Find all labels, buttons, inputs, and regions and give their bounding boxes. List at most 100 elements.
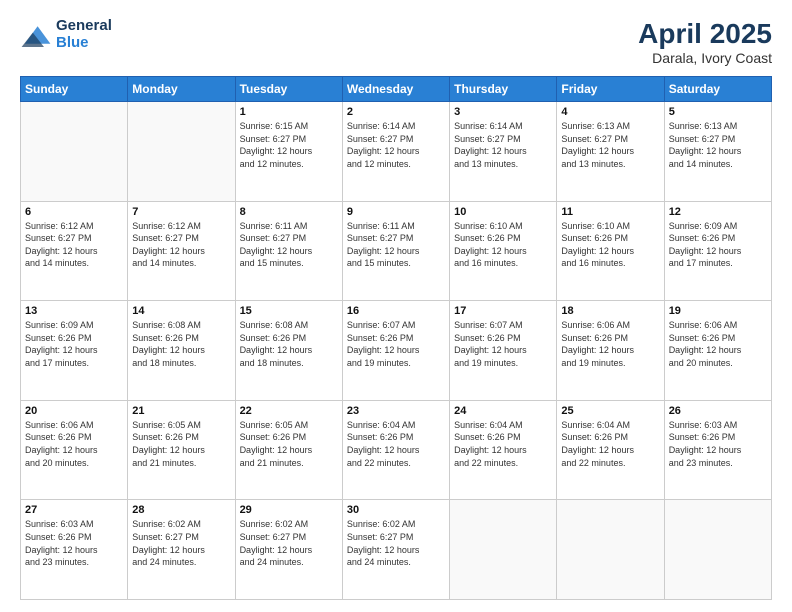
weekday-header-thursday: Thursday <box>450 77 557 102</box>
location-subtitle: Darala, Ivory Coast <box>638 50 772 66</box>
calendar-cell: 1 Sunrise: 6:15 AMSunset: 6:27 PMDaylight… <box>235 102 342 202</box>
day-number: 4 <box>561 106 659 118</box>
day-number: 12 <box>669 206 767 218</box>
calendar-cell <box>664 500 771 600</box>
day-info: Sunrise: 6:09 AMSunset: 6:26 PMDaylight:… <box>25 319 123 369</box>
logo-blue: Blue <box>56 35 112 52</box>
calendar-week-2: 6Sunrise: 6:12 AMSunset: 6:27 PMDaylight… <box>21 201 772 301</box>
day-info: Sunrise: 6:10 AMSunset: 6:26 PMDaylight:… <box>561 220 659 270</box>
weekday-header-row: SundayMondayTuesdayWednesdayThursdayFrid… <box>21 77 772 102</box>
calendar-cell: 6Sunrise: 6:12 AMSunset: 6:27 PMDaylight… <box>21 201 128 301</box>
weekday-header-sunday: Sunday <box>21 77 128 102</box>
day-info: Sunrise: 6:02 AMSunset: 6:27 PMDaylight:… <box>347 518 445 568</box>
day-info: Sunrise: 6:05 AMSunset: 6:26 PMDaylight:… <box>240 419 338 469</box>
weekday-header-wednesday: Wednesday <box>342 77 449 102</box>
calendar-cell <box>128 102 235 202</box>
day-info: Sunrise: 6:06 AMSunset: 6:26 PMDaylight:… <box>669 319 767 369</box>
calendar-cell: 13 Sunrise: 6:09 AMSunset: 6:26 PMDayligh… <box>21 301 128 401</box>
day-number: 11 <box>561 206 659 218</box>
day-number: 25 <box>561 405 659 417</box>
logo: General Blue <box>20 18 112 51</box>
calendar-week-1: 1 Sunrise: 6:15 AMSunset: 6:27 PMDaylight… <box>21 102 772 202</box>
day-info: Sunrise: 6:02 AMSunset: 6:27 PMDaylight:… <box>240 518 338 568</box>
day-info: Sunrise: 6:06 AMSunset: 6:26 PMDaylight:… <box>561 319 659 369</box>
calendar-cell: 30 Sunrise: 6:02 AMSunset: 6:27 PMDayligh… <box>342 500 449 600</box>
day-number: 24 <box>454 405 552 417</box>
calendar-cell: 11 Sunrise: 6:10 AMSunset: 6:26 PMDayligh… <box>557 201 664 301</box>
calendar-cell <box>21 102 128 202</box>
day-info: Sunrise: 6:15 AMSunset: 6:27 PMDaylight:… <box>240 120 338 170</box>
calendar-week-3: 13 Sunrise: 6:09 AMSunset: 6:26 PMDayligh… <box>21 301 772 401</box>
page: General Blue April 2025 Darala, Ivory Co… <box>0 0 792 612</box>
title-block: April 2025 Darala, Ivory Coast <box>638 18 772 66</box>
day-info: Sunrise: 6:13 AMSunset: 6:27 PMDaylight:… <box>669 120 767 170</box>
day-number: 16 <box>347 305 445 317</box>
day-info: Sunrise: 6:04 AMSunset: 6:26 PMDaylight:… <box>561 419 659 469</box>
day-info: Sunrise: 6:11 AMSunset: 6:27 PMDaylight:… <box>347 220 445 270</box>
calendar-cell: 23 Sunrise: 6:04 AMSunset: 6:26 PMDayligh… <box>342 400 449 500</box>
calendar-cell: 15 Sunrise: 6:08 AMSunset: 6:26 PMDayligh… <box>235 301 342 401</box>
day-info: Sunrise: 6:06 AMSunset: 6:26 PMDaylight:… <box>25 419 123 469</box>
calendar-cell: 29Sunrise: 6:02 AMSunset: 6:27 PMDayligh… <box>235 500 342 600</box>
calendar-cell: 17 Sunrise: 6:07 AMSunset: 6:26 PMDayligh… <box>450 301 557 401</box>
day-info: Sunrise: 6:13 AMSunset: 6:27 PMDaylight:… <box>561 120 659 170</box>
calendar-cell: 21 Sunrise: 6:05 AMSunset: 6:26 PMDayligh… <box>128 400 235 500</box>
day-info: Sunrise: 6:03 AMSunset: 6:26 PMDaylight:… <box>669 419 767 469</box>
calendar-cell: 22 Sunrise: 6:05 AMSunset: 6:26 PMDayligh… <box>235 400 342 500</box>
day-info: Sunrise: 6:07 AMSunset: 6:26 PMDaylight:… <box>454 319 552 369</box>
day-number: 30 <box>347 504 445 516</box>
day-number: 28 <box>132 504 230 516</box>
day-number: 19 <box>669 305 767 317</box>
day-info: Sunrise: 6:07 AMSunset: 6:26 PMDaylight:… <box>347 319 445 369</box>
day-number: 23 <box>347 405 445 417</box>
day-number: 2 <box>347 106 445 118</box>
day-number: 5 <box>669 106 767 118</box>
calendar-cell: 9 Sunrise: 6:11 AMSunset: 6:27 PMDaylight… <box>342 201 449 301</box>
day-number: 26 <box>669 405 767 417</box>
weekday-header-monday: Monday <box>128 77 235 102</box>
calendar-cell: 26 Sunrise: 6:03 AMSunset: 6:26 PMDayligh… <box>664 400 771 500</box>
day-info: Sunrise: 6:08 AMSunset: 6:26 PMDaylight:… <box>132 319 230 369</box>
calendar-week-5: 27Sunrise: 6:03 AMSunset: 6:26 PMDayligh… <box>21 500 772 600</box>
logo-icon <box>20 21 52 49</box>
day-number: 21 <box>132 405 230 417</box>
day-number: 6 <box>25 206 123 218</box>
day-number: 17 <box>454 305 552 317</box>
day-info: Sunrise: 6:05 AMSunset: 6:26 PMDaylight:… <box>132 419 230 469</box>
day-number: 13 <box>25 305 123 317</box>
day-number: 10 <box>454 206 552 218</box>
calendar-cell: 7Sunrise: 6:12 AMSunset: 6:27 PMDaylight… <box>128 201 235 301</box>
calendar-cell: 2Sunrise: 6:14 AMSunset: 6:27 PMDaylight… <box>342 102 449 202</box>
calendar-cell: 19 Sunrise: 6:06 AMSunset: 6:26 PMDayligh… <box>664 301 771 401</box>
calendar-cell: 27Sunrise: 6:03 AMSunset: 6:26 PMDayligh… <box>21 500 128 600</box>
calendar-cell: 4 Sunrise: 6:13 AMSunset: 6:27 PMDaylight… <box>557 102 664 202</box>
day-number: 15 <box>240 305 338 317</box>
day-info: Sunrise: 6:10 AMSunset: 6:26 PMDaylight:… <box>454 220 552 270</box>
month-title: April 2025 <box>638 18 772 50</box>
calendar-cell: 24 Sunrise: 6:04 AMSunset: 6:26 PMDayligh… <box>450 400 557 500</box>
calendar-cell: 14Sunrise: 6:08 AMSunset: 6:26 PMDayligh… <box>128 301 235 401</box>
calendar-cell: 25 Sunrise: 6:04 AMSunset: 6:26 PMDayligh… <box>557 400 664 500</box>
calendar-table: SundayMondayTuesdayWednesdayThursdayFrid… <box>20 76 772 600</box>
day-info: Sunrise: 6:04 AMSunset: 6:26 PMDaylight:… <box>347 419 445 469</box>
day-info: Sunrise: 6:02 AMSunset: 6:27 PMDaylight:… <box>132 518 230 568</box>
day-number: 20 <box>25 405 123 417</box>
calendar-cell: 18Sunrise: 6:06 AMSunset: 6:26 PMDayligh… <box>557 301 664 401</box>
calendar-cell: 8 Sunrise: 6:11 AMSunset: 6:27 PMDaylight… <box>235 201 342 301</box>
day-number: 1 <box>240 106 338 118</box>
day-info: Sunrise: 6:04 AMSunset: 6:26 PMDaylight:… <box>454 419 552 469</box>
day-number: 8 <box>240 206 338 218</box>
day-info: Sunrise: 6:14 AMSunset: 6:27 PMDaylight:… <box>454 120 552 170</box>
calendar-cell: 12Sunrise: 6:09 AMSunset: 6:26 PMDayligh… <box>664 201 771 301</box>
weekday-header-friday: Friday <box>557 77 664 102</box>
day-info: Sunrise: 6:11 AMSunset: 6:27 PMDaylight:… <box>240 220 338 270</box>
day-number: 9 <box>347 206 445 218</box>
calendar-cell: 5 Sunrise: 6:13 AMSunset: 6:27 PMDaylight… <box>664 102 771 202</box>
day-info: Sunrise: 6:08 AMSunset: 6:26 PMDaylight:… <box>240 319 338 369</box>
calendar-cell: 3 Sunrise: 6:14 AMSunset: 6:27 PMDaylight… <box>450 102 557 202</box>
day-number: 3 <box>454 106 552 118</box>
weekday-header-tuesday: Tuesday <box>235 77 342 102</box>
calendar-cell: 20 Sunrise: 6:06 AMSunset: 6:26 PMDayligh… <box>21 400 128 500</box>
day-number: 22 <box>240 405 338 417</box>
calendar-cell <box>557 500 664 600</box>
